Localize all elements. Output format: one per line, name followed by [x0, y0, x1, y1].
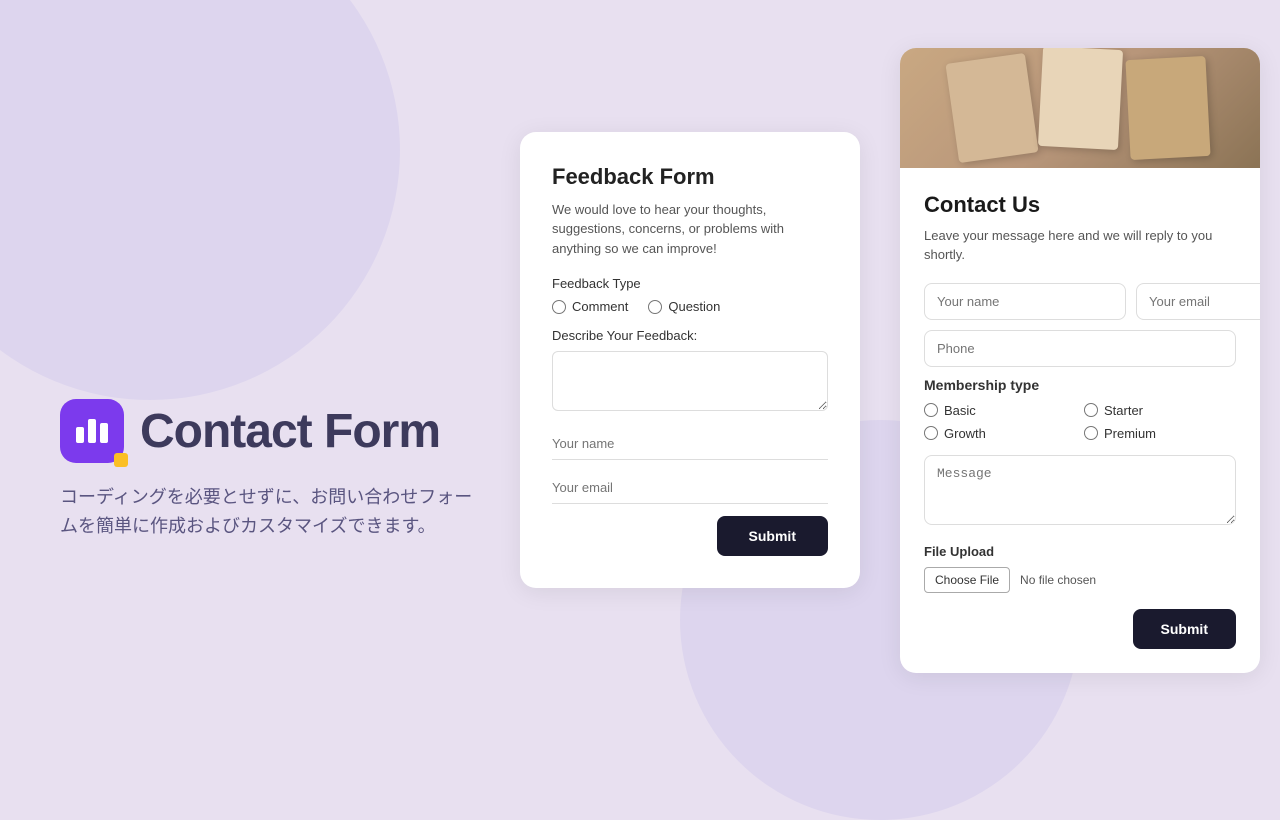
membership-type-label: Membership type: [924, 377, 1236, 393]
contact-submit-row: Submit: [924, 609, 1236, 649]
feedback-form-description: We would love to hear your thoughts, sug…: [552, 200, 828, 259]
feedback-form-card: Feedback Form We would love to hear your…: [520, 132, 860, 589]
contact-name-input[interactable]: [924, 283, 1126, 320]
radio-question-label: Question: [668, 299, 720, 314]
left-section: Contact Form コーディングを必要とせずに、お問い合わせフォームを簡単…: [60, 179, 480, 541]
brand-description: コーディングを必要とせずに、お問い合わせフォームを簡単に作成およびカスタマイズで…: [60, 483, 480, 541]
radio-question[interactable]: Question: [648, 299, 720, 314]
membership-basic-label: Basic: [944, 403, 976, 418]
membership-starter[interactable]: Starter: [1084, 403, 1236, 418]
radio-comment-input[interactable]: [552, 300, 566, 314]
describe-feedback-label: Describe Your Feedback:: [552, 328, 828, 343]
radio-question-input[interactable]: [648, 300, 662, 314]
membership-growth-label: Growth: [944, 426, 986, 441]
bar1: [76, 427, 84, 443]
feedback-type-label: Feedback Type: [552, 276, 828, 291]
contact-form-subtitle: Leave your message here and we will repl…: [924, 226, 1236, 265]
membership-options-grid: Basic Starter Growth Premium: [924, 403, 1236, 441]
brand-row: Contact Form: [60, 399, 480, 463]
membership-premium-input[interactable]: [1084, 426, 1098, 440]
radio-comment[interactable]: Comment: [552, 299, 628, 314]
brand-icon: [60, 399, 124, 463]
feedback-name-input[interactable]: [552, 428, 828, 460]
feedback-submit-row: Submit: [552, 516, 828, 556]
photo-3: [1125, 55, 1210, 159]
membership-premium-label: Premium: [1104, 426, 1156, 441]
membership-growth[interactable]: Growth: [924, 426, 1076, 441]
radio-comment-label: Comment: [572, 299, 628, 314]
feedback-submit-button[interactable]: Submit: [717, 516, 828, 556]
photo-1: [945, 52, 1038, 162]
photo-2: [1038, 48, 1123, 150]
membership-starter-input[interactable]: [1084, 403, 1098, 417]
file-upload-row: Choose File No file chosen: [924, 567, 1236, 593]
contact-form-title: Contact Us: [924, 192, 1236, 218]
file-upload-label: File Upload: [924, 544, 1236, 559]
membership-basic-input[interactable]: [924, 403, 938, 417]
contact-submit-button[interactable]: Submit: [1133, 609, 1236, 649]
feedback-type-radio-group: Comment Question: [552, 299, 828, 314]
feedback-form-title: Feedback Form: [552, 164, 828, 190]
membership-growth-input[interactable]: [924, 426, 938, 440]
feedback-email-input[interactable]: [552, 472, 828, 504]
contact-image-area: [900, 48, 1260, 168]
photo-stack: [952, 58, 1208, 158]
brand-icon-bars: [76, 419, 108, 443]
membership-starter-label: Starter: [1104, 403, 1143, 418]
bar3: [100, 423, 108, 443]
contact-email-input[interactable]: [1136, 283, 1260, 320]
page-container: Contact Form コーディングを必要とせずに、お問い合わせフォームを簡単…: [0, 0, 1280, 720]
contact-form-card: Contact Us Leave your message here and w…: [900, 48, 1260, 673]
file-name-text: No file chosen: [1020, 573, 1096, 587]
contact-message-textarea[interactable]: [924, 455, 1236, 525]
membership-basic[interactable]: Basic: [924, 403, 1076, 418]
contact-form-body: Contact Us Leave your message here and w…: [900, 168, 1260, 673]
contact-phone-input[interactable]: [924, 330, 1236, 367]
brand-title: Contact Form: [140, 404, 440, 459]
feedback-textarea[interactable]: [552, 351, 828, 411]
choose-file-button[interactable]: Choose File: [924, 567, 1010, 593]
membership-premium[interactable]: Premium: [1084, 426, 1236, 441]
bar2: [88, 419, 96, 443]
contact-name-email-row: [924, 283, 1236, 320]
